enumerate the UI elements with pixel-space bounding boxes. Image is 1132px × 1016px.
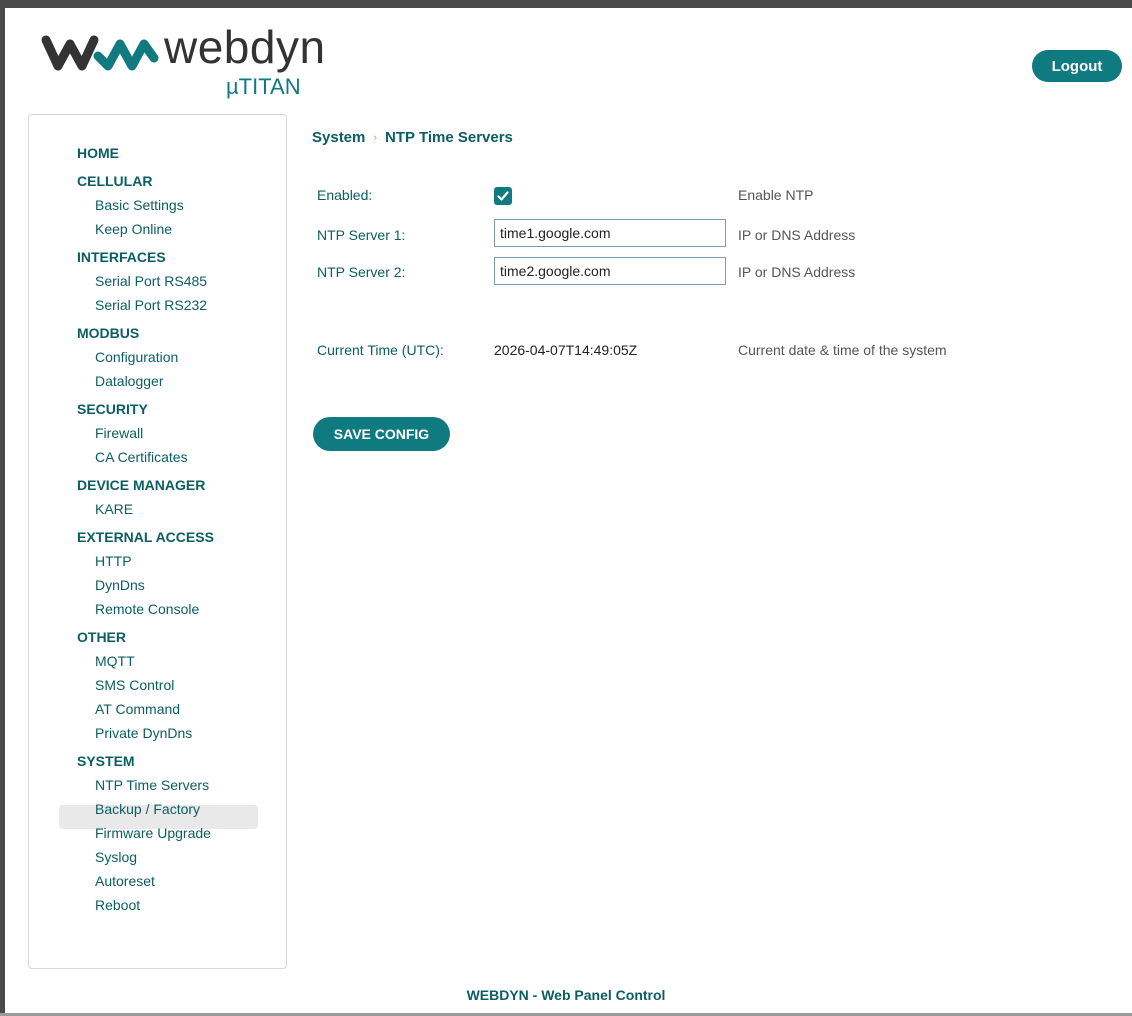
sidebar-item-datalogger[interactable]: Datalogger [95, 372, 164, 390]
current-time-label: Current Time (UTC): [317, 342, 444, 358]
sidebar-section-system[interactable]: SYSTEM [77, 752, 135, 770]
ntp-server-2-input[interactable] [494, 257, 726, 285]
sidebar-section-security[interactable]: SECURITY [77, 400, 148, 418]
sidebar-section-device-manager[interactable]: DEVICE MANAGER [77, 476, 205, 494]
sidebar-item-mqtt[interactable]: MQTT [95, 652, 135, 670]
current-time-value: 2026-04-07T14:49:05Z [494, 342, 638, 358]
product-name: µTITAN [226, 74, 301, 99]
current-time-hint: Current date & time of the system [738, 342, 947, 358]
sidebar-item-dyndns[interactable]: DynDns [95, 576, 145, 594]
window-top-border [0, 0, 1132, 8]
brand-name: webdyn [164, 21, 326, 73]
sidebar-section-home[interactable]: HOME [77, 144, 119, 162]
ntp-server-2-label: NTP Server 2: [317, 264, 406, 280]
sidebar-section-interfaces[interactable]: INTERFACES [77, 248, 166, 266]
logout-button[interactable]: Logout [1032, 50, 1122, 82]
ntp-server-1-hint: IP or DNS Address [738, 227, 856, 243]
sidebar-item-firewall[interactable]: Firewall [95, 424, 143, 442]
breadcrumb-parent[interactable]: System [312, 129, 365, 146]
sidebar-item-at-command[interactable]: AT Command [95, 700, 180, 718]
sidebar-item-firmware-upgrade[interactable]: Firmware Upgrade [95, 824, 211, 842]
ntp-server-1-label: NTP Server 1: [317, 227, 406, 243]
sidebar-item-basic-settings[interactable]: Basic Settings [95, 196, 184, 214]
sidebar-section-cellular[interactable]: CELLULAR [77, 172, 152, 190]
sidebar-item-keep-online[interactable]: Keep Online [95, 220, 172, 238]
sidebar-item-syslog[interactable]: Syslog [95, 848, 137, 866]
sidebar-item-ntp-time-servers[interactable]: NTP Time Servers [95, 776, 209, 794]
sidebar-item-reboot[interactable]: Reboot [95, 896, 140, 914]
ntp-server-2-hint: IP or DNS Address [738, 264, 856, 280]
save-config-button[interactable]: SAVE CONFIG [313, 417, 450, 451]
enabled-hint: Enable NTP [738, 187, 814, 203]
sidebar-section-modbus[interactable]: MODBUS [77, 324, 139, 342]
sidebar-item-backup-factory[interactable]: Backup / Factory [95, 800, 200, 818]
sidebar-item-serial-port-rs232[interactable]: Serial Port RS232 [95, 296, 207, 314]
sidebar-item-http[interactable]: HTTP [95, 552, 132, 570]
enabled-checkbox[interactable] [494, 187, 512, 205]
sidebar-item-autoreset[interactable]: Autoreset [95, 872, 155, 890]
breadcrumb-separator-icon: › [373, 132, 378, 144]
footer-text: WEBDYN - Web Panel Control [466, 987, 666, 1003]
sidebar-section-external-access[interactable]: EXTERNAL ACCESS [77, 528, 214, 546]
brand-logo: webdyn µTITAN [40, 21, 340, 106]
sidebar-item-private-dyndns[interactable]: Private DynDns [95, 724, 192, 742]
sidebar-item-configuration[interactable]: Configuration [95, 348, 178, 366]
webdyn-logo-icon [41, 35, 159, 71]
sidebar: HOME CELLULAR Basic Settings Keep Online INT… [28, 114, 287, 969]
sidebar-item-ca-certificates[interactable]: CA Certificates [95, 448, 188, 466]
enabled-label: Enabled: [317, 187, 373, 203]
checkmark-icon [497, 191, 509, 201]
ntp-server-1-input[interactable] [494, 219, 726, 247]
sidebar-item-serial-port-rs485[interactable]: Serial Port RS485 [95, 272, 207, 290]
sidebar-item-kare[interactable]: KARE [95, 500, 133, 518]
breadcrumb: System › NTP Time Servers [312, 129, 513, 146]
breadcrumb-current: NTP Time Servers [385, 129, 513, 146]
window-left-border [0, 0, 5, 1016]
sidebar-item-sms-control[interactable]: SMS Control [95, 676, 174, 694]
sidebar-section-other[interactable]: OTHER [77, 628, 126, 646]
sidebar-item-remote-console[interactable]: Remote Console [95, 600, 199, 618]
